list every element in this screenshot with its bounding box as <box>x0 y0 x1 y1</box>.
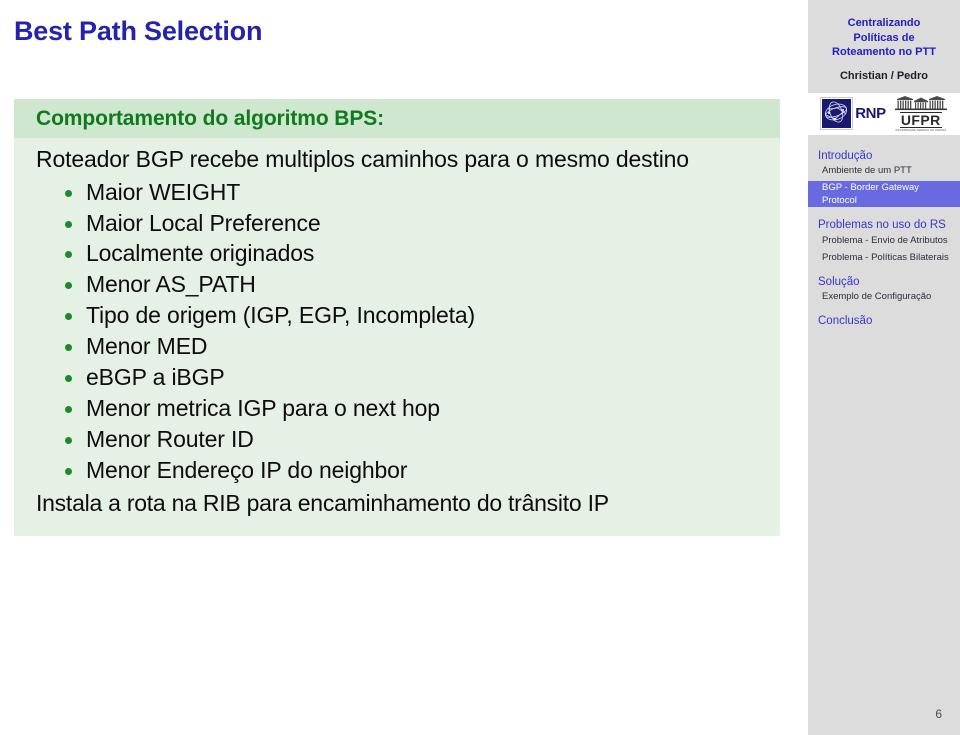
list-item: eBGP a iBGP <box>14 362 780 393</box>
list-item: Menor Endereço IP do neighbor <box>14 455 780 486</box>
bullet-dot-icon <box>65 344 72 352</box>
bullet-dot-icon <box>65 375 72 383</box>
bullet-dot-icon <box>65 251 72 259</box>
deck-title-line-2: Políticas de <box>853 31 915 44</box>
list-item: Menor AS_PATH <box>14 269 780 300</box>
nav-item-ambiente-de-um[interactable]: Ambiente de um PTT <box>808 164 960 177</box>
bullet-dot-icon <box>65 436 72 444</box>
ufpr-logo: UFPR UNIVERSIDADE FEDERAL DO PARANÁ <box>894 95 947 133</box>
slide-main-area: Best Path Selection Comportamento do alg… <box>0 0 805 735</box>
list-item-label: Maior Local Preference <box>86 209 321 236</box>
nav-item-problema-envio-de[interactable]: Problema - Envio de Atributos <box>808 234 960 247</box>
list-item-label: Menor AS_PATH <box>86 271 256 298</box>
nav-section-solução[interactable]: Solução <box>808 275 960 291</box>
nav-item-bgp-border-gateway[interactable]: BGP - Border Gateway Protocol <box>808 181 960 208</box>
bullet-dot-icon <box>65 189 72 197</box>
list-item-label: Localmente originados <box>86 240 315 267</box>
rnp-logo: RNP <box>820 97 886 131</box>
nav-item-problema-políticas-bilaterais[interactable]: Problema - Políticas Bilaterais <box>808 251 960 264</box>
deck-title-line-3: Roteamento no PTT <box>832 46 936 59</box>
list-item-label: Tipo de origem (IGP, EGP, Incompleta) <box>86 302 476 329</box>
list-item-label: eBGP a iBGP <box>86 364 225 391</box>
page-number: 6 <box>935 707 942 721</box>
bullet-dot-icon <box>65 406 72 414</box>
bullet-dot-icon <box>65 220 72 228</box>
list-item: Menor Router ID <box>14 424 780 455</box>
tail-paragraph: Instala a rota na RIB para encaminhament… <box>36 489 609 516</box>
nav-section-introdução[interactable]: Introdução <box>808 149 960 165</box>
sidebar: Centralizando Políticas de Roteamento no… <box>808 0 960 735</box>
sidebar-nav: Introdução Ambiente de um PTT BGP - Border… <box>808 149 960 330</box>
rnp-globe-icon <box>820 97 854 131</box>
nav-section-problemas-no-uso[interactable]: Problemas no uso do RS <box>808 218 960 234</box>
deck-title-line-1: Centralizando <box>847 17 921 29</box>
list-item: Localmente originados <box>14 238 780 269</box>
list-item-label: Menor metrica IGP para o next hop <box>86 395 440 422</box>
nav-section-conclusão[interactable]: Conclusão <box>808 314 960 330</box>
bullet-dot-icon <box>65 313 72 321</box>
list-item-label: Maior WEIGHT <box>86 178 241 205</box>
list-item: Maior Local Preference <box>14 208 780 239</box>
list-item: Maior WEIGHT <box>14 177 780 208</box>
rnp-label: RNP <box>855 105 886 123</box>
ufpr-building-icon <box>894 96 947 111</box>
nav-item-exemplo-de-configuração[interactable]: Exemplo de Configuração <box>808 290 960 303</box>
content-block-body: Roteador BGP recebe multiplos caminhos p… <box>14 138 780 537</box>
list-item-label: Menor Endereço IP do neighbor <box>86 456 408 483</box>
lead-paragraph: Roteador BGP recebe multiplos caminhos p… <box>36 146 689 172</box>
content-block: Comportamento do algoritmo BPS: Roteador… <box>14 99 780 537</box>
page-title: Best Path Selection <box>14 16 263 46</box>
logo-row: RNP UFPR UNIVERSIDADE FEDERAL DO PARANÁ <box>808 92 960 135</box>
deck-title: Centralizando Políticas de Roteamento no… <box>808 0 960 60</box>
list-item-label: Menor MED <box>86 333 208 360</box>
list-item-label: Menor Router ID <box>86 425 254 452</box>
ufpr-subtitle: UNIVERSIDADE FEDERAL DO PARANÁ <box>895 129 947 133</box>
deck-authors: Christian / Pedro <box>839 69 929 82</box>
content-block-header: Comportamento do algoritmo BPS: <box>14 99 780 138</box>
bullet-dot-icon <box>65 467 72 475</box>
list-item: Tipo de origem (IGP, EGP, Incompleta) <box>14 300 780 331</box>
ufpr-label: UFPR <box>899 112 942 129</box>
bullet-dot-icon <box>65 282 72 290</box>
list-item: Menor MED <box>14 331 780 362</box>
bps-criteria-list: Maior WEIGHT Maior Local Preference Localm… <box>14 177 780 486</box>
list-item: Menor metrica IGP para o next hop <box>14 393 780 424</box>
